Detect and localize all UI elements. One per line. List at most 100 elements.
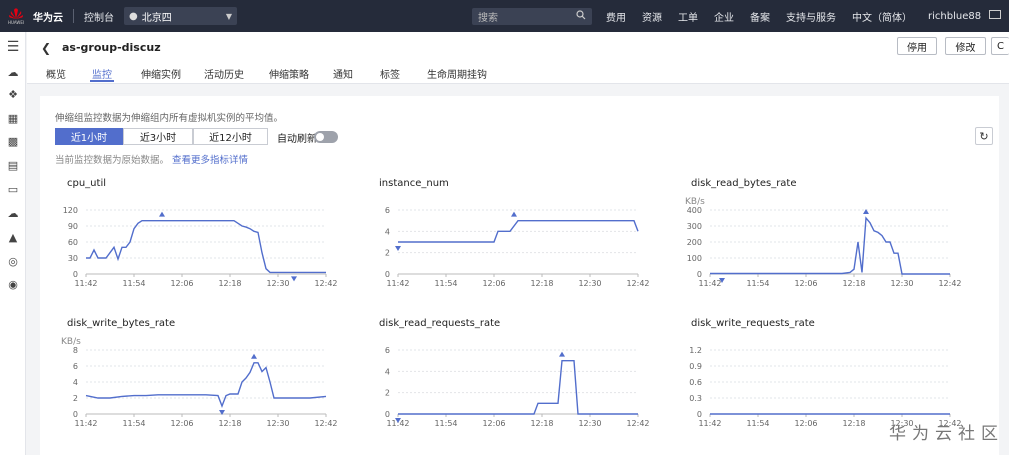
nav-username[interactable]: richblue88	[928, 11, 981, 22]
y-tick-label: 0	[385, 270, 390, 279]
series-line	[85, 362, 327, 408]
auto-refresh-label: 自动刷新	[277, 134, 317, 145]
compass-icon[interactable]: ◉	[6, 278, 20, 292]
chart-title-cpu-util: cpu_util	[67, 178, 106, 189]
max-marker	[511, 211, 517, 217]
storage-icon[interactable]: ▦	[6, 112, 20, 126]
x-tick-label: 12:18	[842, 419, 865, 428]
range-3h-button[interactable]: 近3小时	[123, 128, 193, 145]
nav-enterprise[interactable]: 企业	[714, 9, 734, 24]
chart-title-disk-read-bytes: disk_read_bytes_rate	[691, 178, 797, 189]
x-tick-label: 11:42	[74, 419, 97, 428]
y-tick-label: 0	[73, 410, 78, 419]
y-tick-label: 30	[68, 254, 78, 263]
range-12h-button[interactable]: 近12小时	[193, 128, 268, 145]
x-tick-label: 11:54	[434, 279, 457, 288]
max-marker	[159, 211, 165, 217]
x-tick-label: 11:42	[698, 419, 721, 428]
chart-title-instance-num: instance_num	[379, 178, 449, 189]
cloud-icon[interactable]: ☁	[6, 207, 20, 221]
brand-name[interactable]: 华为云	[33, 9, 63, 24]
globe-icon[interactable]: ◎	[6, 255, 20, 269]
y-tick-label: 100	[687, 254, 702, 263]
x-tick-label: 12:30	[266, 419, 289, 428]
y-tick-label: 0	[697, 270, 702, 279]
tab-lifecycle-hooks[interactable]: 生命周期挂钩	[427, 66, 487, 81]
tab-activity-history[interactable]: 活动历史	[204, 66, 244, 81]
document-icon[interactable]: ▤	[6, 159, 20, 173]
left-rail: ☰ ☁ ❖ ▦ ▩ ▤ ▭ ☁ ▲ ◎ ◉	[0, 32, 26, 455]
min-marker	[291, 276, 297, 282]
cloud-server-icon[interactable]: ☁	[6, 66, 20, 80]
tab-monitoring[interactable]: 监控	[92, 66, 112, 81]
disk-read-bytes-chart[interactable]: 0 100 200 300 400 11:42 11:54 12:06 12:18 12:30 12…	[664, 202, 974, 302]
region-selector[interactable]: ● 北京四 ▼	[124, 7, 237, 25]
metrics-detail-link[interactable]: 查看更多指标详情	[172, 155, 248, 166]
tab-notifications[interactable]: 通知	[333, 66, 353, 81]
tree-icon[interactable]: ▲	[6, 231, 20, 245]
nav-billing[interactable]: 费用	[606, 9, 626, 24]
page-title: as-group-discuz	[62, 41, 161, 54]
tab-instances[interactable]: 伸缩实例	[141, 66, 181, 81]
nav-support[interactable]: 支持与服务	[786, 9, 836, 24]
y-tick-label: 0	[385, 410, 390, 419]
y-tick-label: 200	[687, 238, 702, 247]
nav-tickets[interactable]: 工单	[678, 9, 698, 24]
note-text: 当前监控数据为原始数据。	[55, 155, 170, 166]
menu-icon[interactable]: ☰	[6, 40, 20, 54]
active-tab-indicator	[90, 80, 114, 82]
console-link[interactable]: 控制台	[84, 9, 114, 24]
y-tick-label: 6	[385, 206, 390, 215]
huawei-flower-icon	[9, 7, 23, 19]
database-icon[interactable]: ▩	[6, 135, 20, 149]
chart-title-disk-read-requests: disk_read_requests_rate	[379, 318, 501, 329]
x-tick-label: 12:06	[170, 419, 193, 428]
monitor-description: 伸缩组监控数据为伸缩组内所有虚拟机实例的平均值。	[55, 113, 284, 124]
y-tick-label: 2	[385, 249, 390, 258]
refresh-icon[interactable]: ↻	[975, 127, 993, 145]
x-tick-label: 12:30	[890, 279, 913, 288]
back-arrow-icon[interactable]: ❮	[41, 41, 51, 55]
disk-read-requests-chart[interactable]: 024611:42 11:54 12:06 12:18 12:30 12:42	[352, 342, 662, 442]
network-icon[interactable]: ❖	[6, 88, 20, 102]
x-tick-label: 12:06	[482, 279, 505, 288]
series-line	[86, 220, 326, 274]
nav-language[interactable]: 中文（简体）	[852, 9, 912, 24]
y-tick-label: 0.6	[689, 378, 702, 387]
tab-tags[interactable]: 标签	[380, 66, 400, 81]
x-tick-label: 12:18	[842, 279, 865, 288]
x-tick-label: 12:42	[938, 279, 961, 288]
tab-scaling-policies[interactable]: 伸缩策略	[269, 66, 309, 81]
x-tick-label: 12:06	[794, 419, 817, 428]
monitor-icon[interactable]: ▭	[6, 183, 20, 197]
y-tick-label: 0	[73, 270, 78, 279]
y-tick-label: 6	[385, 346, 390, 355]
y-tick-label: 2	[73, 394, 78, 403]
nav-resources[interactable]: 资源	[642, 9, 662, 24]
x-tick-label: 12:18	[218, 419, 241, 428]
search-icon[interactable]	[576, 10, 586, 23]
disk-write-bytes-chart[interactable]: 0 2 4 6 8 11:42 11:54 12:06 12:18 12:30 12:42	[40, 342, 350, 442]
stop-button[interactable]: 停用	[897, 37, 937, 55]
huawei-logo[interactable]: HUAWEI	[3, 7, 29, 25]
nav-filing[interactable]: 备案	[750, 9, 770, 24]
edit-button[interactable]: 修改	[945, 37, 986, 55]
cpu-util-chart[interactable]: 0 30 60 90 120 11:42 11:54 12:06 12:18 12:30 12:42	[40, 202, 350, 302]
mail-icon[interactable]	[989, 10, 1001, 19]
x-tick-label: 12:06	[794, 279, 817, 288]
x-tick-label: 12:18	[530, 419, 553, 428]
series-line	[398, 360, 638, 415]
min-marker	[395, 246, 401, 251]
more-button[interactable]: C	[991, 37, 1009, 55]
y-tick-label: 400	[687, 206, 702, 215]
max-marker	[559, 351, 565, 357]
instance-num-chart[interactable]: 0 2 4 6 11:42 11:54 12:06 12:18 12:30 12:42	[352, 202, 662, 302]
max-marker	[251, 353, 257, 359]
x-tick-label: 11:54	[434, 419, 457, 428]
search-input[interactable]: 搜索	[472, 8, 592, 25]
watermark: 华为云社区	[889, 424, 1004, 444]
tab-overview[interactable]: 概览	[46, 66, 66, 81]
range-1h-button[interactable]: 近1小时	[55, 128, 123, 145]
auto-refresh-toggle[interactable]	[314, 131, 338, 143]
y-tick-label: 60	[68, 238, 78, 247]
